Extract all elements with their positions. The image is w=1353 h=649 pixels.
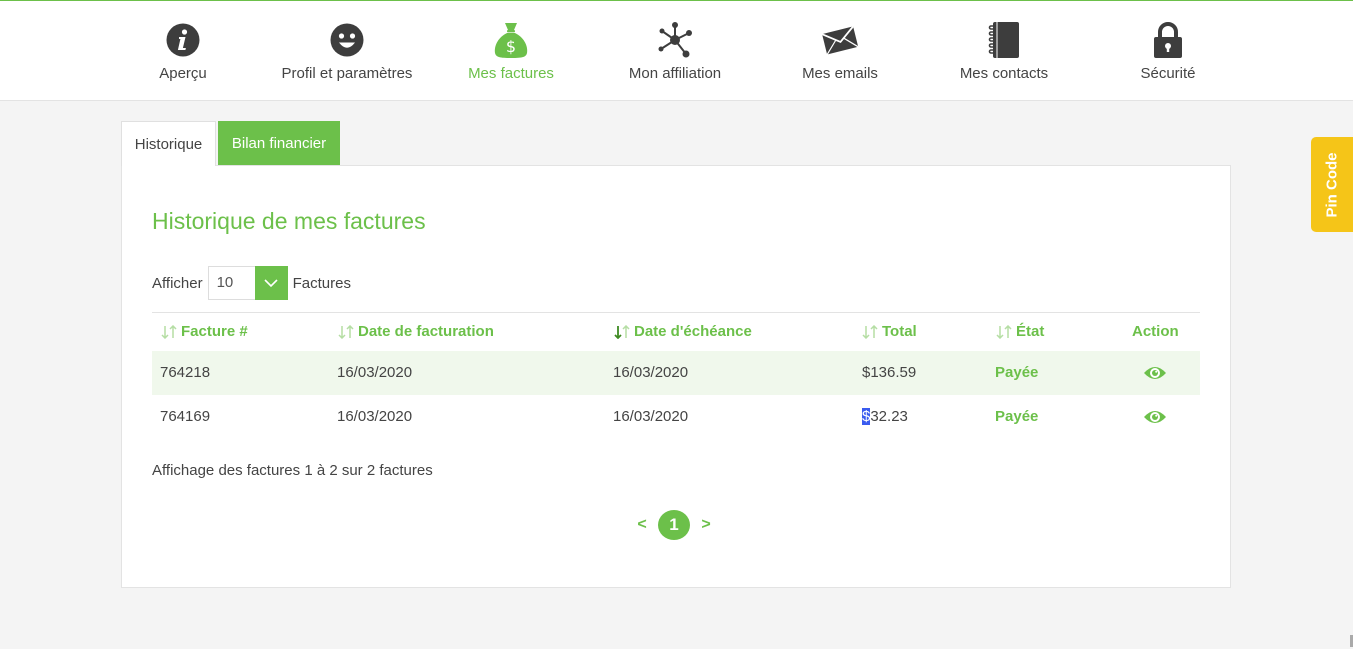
sort-icon (862, 325, 878, 340)
money-bag-icon: $ (492, 21, 530, 59)
eye-icon[interactable] (1143, 407, 1167, 427)
amount: 136.59 (870, 364, 917, 381)
nav-item-contacts[interactable]: Mes contacts (922, 1, 1086, 101)
envelope-icon (821, 21, 859, 59)
invoices-panel: Historique de mes factures Afficher 10 F… (121, 165, 1231, 588)
show-suffix: Factures (292, 274, 351, 292)
nav-item-apercu[interactable]: Aperçu (101, 1, 265, 101)
status-badge: Payée (995, 408, 1039, 425)
smiley-icon (328, 21, 366, 59)
cell-total: $32.23 (862, 395, 908, 439)
pagination: < 1 > (632, 510, 716, 540)
show-label: Afficher (152, 274, 203, 292)
cell-date-echeance: 16/03/2020 (613, 364, 689, 381)
page-size-control: Afficher 10 Factures (152, 266, 351, 300)
page-size-value: 10 (216, 274, 234, 291)
info-icon (164, 21, 202, 59)
nav-item-securite[interactable]: Sécurité (1086, 1, 1250, 101)
cell-facture: 764218 (160, 364, 211, 381)
amount: 32.23 (870, 408, 908, 425)
table-row: 764169 16/03/2020 16/03/2020 $32.23 Payé… (152, 395, 1200, 439)
header-etat[interactable]: État (995, 313, 1044, 351)
nav-label: Mon affiliation (628, 65, 722, 82)
nav-label: Mes emails (802, 65, 878, 82)
sort-icon (338, 325, 354, 340)
nav-item-affiliation[interactable]: Mon affiliation (593, 1, 757, 101)
pin-code-label: Pin Code (1323, 151, 1341, 218)
pagination-next[interactable]: > (696, 516, 716, 534)
pagination-page-current[interactable]: 1 (658, 510, 690, 540)
lock-icon (1149, 21, 1187, 59)
header-date-echeance[interactable]: Date d'échéance (613, 313, 752, 351)
nav-item-emails[interactable]: Mes emails (758, 1, 922, 101)
eye-icon[interactable] (1143, 363, 1167, 383)
header-date-facturation[interactable]: Date de facturation (337, 313, 494, 351)
header-action: Action (1132, 323, 1179, 340)
cell-total: $136.59 (862, 351, 916, 395)
header-label: Date d'échéance (634, 323, 752, 340)
header-label: Date de facturation (358, 323, 494, 340)
pin-code-tab[interactable]: Pin Code (1311, 137, 1353, 232)
nav-label: Mes contacts (959, 65, 1049, 82)
tab-historique[interactable]: Historique (121, 121, 216, 166)
nav-label: Profil et paramètres (281, 65, 413, 82)
sort-icon (996, 325, 1012, 340)
page-title: Historique de mes factures (152, 208, 426, 234)
table-summary: Affichage des factures 1 à 2 sur 2 factu… (152, 462, 433, 479)
pagination-prev[interactable]: < (632, 516, 652, 534)
header-label: État (1016, 323, 1045, 340)
header-total[interactable]: Total (861, 313, 917, 351)
cell-date-facturation: 16/03/2020 (337, 408, 413, 425)
tab-bilan-financier[interactable]: Bilan financier (218, 121, 340, 166)
header-label: Total (882, 323, 917, 340)
nav-item-profil[interactable]: Profil et paramètres (265, 1, 429, 101)
page-size-dropdown-button[interactable] (254, 266, 288, 300)
sort-icon (161, 325, 177, 340)
table-header: Facture # Date de facturation Date d'éch… (152, 313, 1200, 351)
page-size-select[interactable]: 10 (207, 266, 288, 300)
nav-item-factures[interactable]: $ Mes factures (429, 1, 593, 101)
network-icon (656, 21, 694, 59)
chevron-down-icon (264, 278, 278, 287)
header-facture[interactable]: Facture # (160, 313, 248, 351)
nav-label: Mes factures (468, 65, 554, 82)
cell-date-facturation: 16/03/2020 (337, 364, 413, 381)
address-book-icon (985, 21, 1023, 59)
svg-text:$: $ (506, 37, 516, 56)
cell-facture: 764169 (160, 408, 211, 425)
table-row: 764218 16/03/2020 16/03/2020 $136.59 Pay… (152, 351, 1200, 395)
cell-date-echeance: 16/03/2020 (613, 408, 689, 425)
status-badge: Payée (995, 364, 1039, 381)
invoices-table: Facture # Date de facturation Date d'éch… (152, 312, 1200, 439)
sort-desc-icon (614, 325, 630, 340)
header-label: Facture # (181, 323, 248, 340)
nav-label: Sécurité (1140, 65, 1196, 82)
nav-label: Aperçu (159, 65, 207, 82)
top-navigation: Aperçu Profil et paramètres $ Mes factur… (0, 0, 1353, 101)
